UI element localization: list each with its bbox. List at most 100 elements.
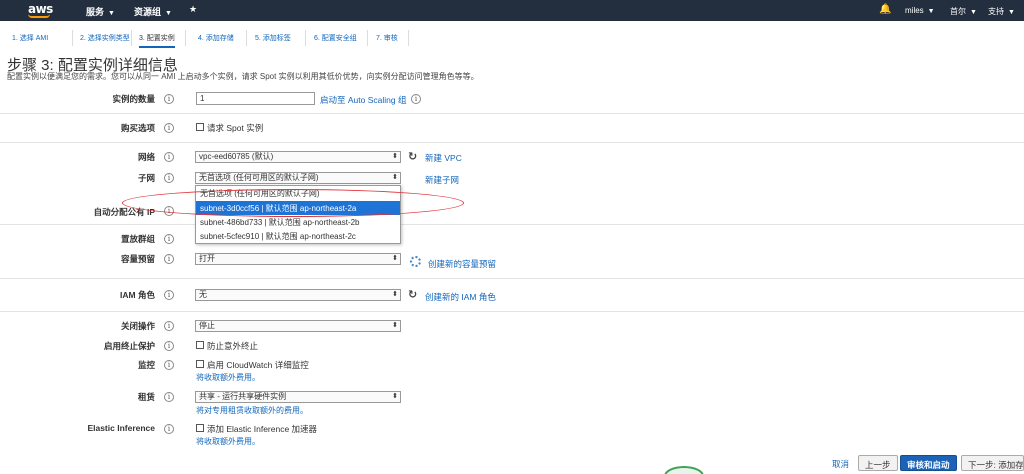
network-select[interactable]: vpc-eed60785 (默认) ⬍ (195, 151, 401, 163)
termination-protection-checkbox[interactable] (196, 341, 204, 349)
create-subnet-link[interactable]: 新建子网 (425, 174, 459, 186)
info-icon[interactable]: i (164, 94, 174, 104)
tab-divider (246, 30, 247, 46)
tenancy-charges-note[interactable]: 将对专用租赁收取额外的费用。 (196, 405, 308, 416)
shutdown-behavior-select[interactable]: 停止 ⬍ (195, 320, 401, 332)
review-and-launch-button[interactable]: 审核和启动 (900, 455, 957, 471)
tab-divider (185, 30, 186, 46)
info-icon[interactable]: i (164, 123, 174, 133)
elastic-inference-charges-note[interactable]: 将收取额外费用。 (196, 436, 260, 447)
tab-add-storage[interactable]: 4. 添加存储 (198, 33, 234, 46)
capacity-reservation-label: 容量预留 (120, 254, 155, 264)
tab-configure-instance[interactable]: 3. 配置实例 (139, 33, 175, 48)
monitoring-charges-note[interactable]: 将收取额外费用。 (196, 372, 260, 383)
cancel-link[interactable]: 取消 (832, 458, 849, 470)
iam-role-select[interactable]: 无 ⬍ (195, 289, 401, 301)
loading-spinner-icon (410, 256, 421, 267)
refresh-icon[interactable]: ↻ (408, 150, 417, 163)
info-icon[interactable]: i (164, 321, 174, 331)
tab-divider (367, 30, 368, 46)
dropdown-option[interactable]: subnet-5cfec910 | 默认范围 ap-northeast-2c (196, 229, 400, 243)
previous-button[interactable]: 上一步 (858, 455, 898, 471)
create-vpc-link[interactable]: 新建 VPC (425, 152, 462, 164)
termination-protection-label: 启用终止保护 (103, 341, 155, 351)
support-label: 支持 (988, 7, 1004, 16)
dropdown-option[interactable]: 无首选项 (任何可用区的默认子网) (196, 186, 400, 200)
request-spot-label: 请求 Spot 实例 (207, 123, 264, 133)
resource-groups-label: 资源组 (134, 7, 162, 17)
user-name: miles (905, 6, 924, 15)
network-label: 网络 (137, 152, 155, 162)
monitoring-label: 监控 (137, 360, 155, 370)
select-caret-icon: ⬍ (392, 322, 398, 329)
iam-role-value: 无 (199, 290, 207, 299)
subnet-dropdown-list: 无首选项 (任何可用区的默认子网) subnet-3d0ccf56 | 默认范围… (195, 185, 401, 244)
chevron-down-icon: ▼ (108, 10, 115, 17)
capacity-reservation-value: 打开 (199, 254, 215, 263)
services-menu[interactable]: 服务 ▼ (86, 5, 115, 18)
cloudwatch-monitoring-label: 启用 CloudWatch 详细监控 (207, 360, 309, 370)
termination-protection-checkbox-label: 防止意外终止 (207, 341, 259, 351)
bell-icon[interactable]: 🔔 (879, 4, 891, 15)
subnet-select[interactable]: 无首选项 (任何可用区的默认子网) ⬍ (195, 172, 401, 184)
iam-role-label: IAM 角色 (120, 290, 155, 300)
row-separator (0, 311, 1024, 312)
info-icon[interactable]: i (164, 254, 174, 264)
tab-choose-instance-type[interactable]: 2. 选择实例类型 (80, 33, 130, 46)
info-icon[interactable]: i (164, 424, 174, 434)
info-icon[interactable]: i (411, 94, 421, 104)
region-menu[interactable]: 首尔 ▼ (950, 6, 977, 17)
resource-groups-menu[interactable]: 资源组 ▼ (134, 5, 172, 18)
info-icon[interactable]: i (164, 206, 174, 216)
tenancy-value: 共享 - 运行共享硬件实例 (199, 392, 287, 401)
elastic-inference-checkbox[interactable] (196, 424, 204, 432)
info-icon[interactable]: i (164, 152, 174, 162)
pin-icon[interactable]: ★ (189, 4, 197, 15)
cloudwatch-monitoring-checkbox[interactable] (196, 360, 204, 368)
capacity-reservation-select[interactable]: 打开 ⬍ (195, 253, 401, 265)
chevron-down-icon: ▼ (1008, 9, 1015, 16)
tab-review[interactable]: 7. 审核 (376, 33, 398, 46)
create-capacity-reservation-link[interactable]: 创建新的容量预留 (428, 258, 496, 270)
tab-configure-security-group[interactable]: 6. 配置安全组 (314, 33, 357, 46)
info-icon[interactable]: i (164, 173, 174, 183)
tab-divider (305, 30, 306, 46)
create-iam-role-link[interactable]: 创建新的 IAM 角色 (425, 291, 496, 303)
shutdown-behavior-label: 关闭操作 (120, 321, 155, 331)
user-menu[interactable]: miles ▼ (905, 6, 935, 15)
info-icon[interactable]: i (164, 392, 174, 402)
tenancy-label: 租赁 (137, 392, 155, 402)
chevron-down-icon: ▼ (165, 10, 172, 17)
tab-choose-ami[interactable]: 1. 选择 AMI (12, 33, 48, 46)
page-description: 配置实例以便满足您的需求。您可以从同一 AMI 上启动多个实例，请求 Spot … (7, 72, 479, 81)
placement-group-label: 置放群组 (120, 234, 155, 244)
tab-divider (131, 30, 132, 46)
info-icon[interactable]: i (164, 290, 174, 300)
row-separator (0, 113, 1024, 114)
subnet-select-value: 无首选项 (任何可用区的默认子网) (199, 173, 319, 182)
instance-count-label: 实例的数量 (112, 94, 155, 104)
select-caret-icon: ⬍ (392, 255, 398, 262)
wizard-steps: 1. 选择 AMI 2. 选择实例类型 3. 配置实例 4. 添加存储 5. 添… (0, 29, 1024, 48)
dropdown-option-selected[interactable]: subnet-3d0ccf56 | 默认范围 ap-northeast-2a (196, 201, 400, 215)
select-caret-icon: ⬍ (392, 393, 398, 400)
tenancy-select[interactable]: 共享 - 运行共享硬件实例 ⬍ (195, 391, 401, 403)
info-icon[interactable]: i (164, 341, 174, 351)
row-separator (0, 142, 1024, 143)
tab-add-tags[interactable]: 5. 添加标签 (255, 33, 291, 46)
info-icon[interactable]: i (164, 234, 174, 244)
request-spot-checkbox[interactable] (196, 123, 204, 131)
dropdown-option[interactable]: subnet-486bd733 | 默认范围 ap-northeast-2b (196, 215, 400, 229)
aws-logo-smile-icon (28, 14, 50, 18)
action-bar: 取消 上一步 审核和启动 下一步: 添加存储 (0, 452, 1024, 474)
next-add-storage-button[interactable]: 下一步: 添加存储 (961, 455, 1024, 471)
instance-count-input[interactable]: 1 (196, 92, 315, 105)
support-menu[interactable]: 支持 ▼ (988, 6, 1015, 17)
launch-into-auto-scaling-link[interactable]: 启动至 Auto Scaling 组 (320, 94, 406, 106)
shutdown-behavior-value: 停止 (199, 321, 215, 330)
refresh-icon[interactable]: ↻ (408, 288, 417, 301)
network-select-value: vpc-eed60785 (默认) (199, 152, 274, 161)
subnet-label: 子网 (137, 173, 155, 183)
info-icon[interactable]: i (164, 360, 174, 370)
auto-assign-ip-label: 自动分配公有 IP (93, 207, 155, 217)
